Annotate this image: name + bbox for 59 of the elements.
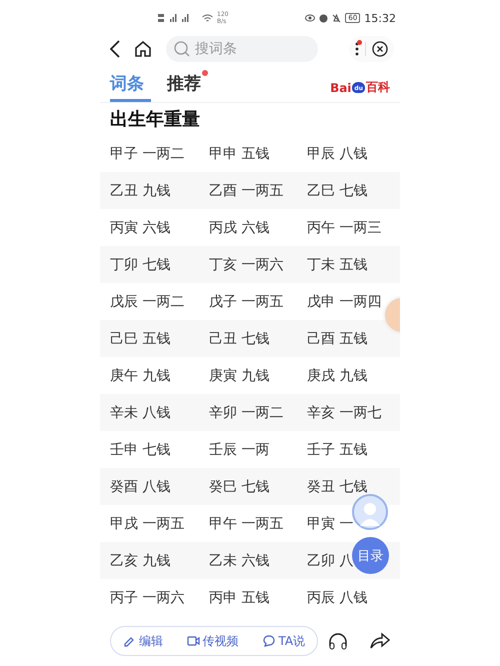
table-cell: 庚午 九钱 [110, 366, 170, 384]
table-cell: 丙寅 六钱 [110, 218, 170, 236]
table-cell: 辛亥 一两七 [307, 404, 382, 422]
table-cell: 癸丑 七钱 [307, 478, 368, 496]
table-cell: 庚戌 九钱 [307, 366, 368, 384]
tab[interactable]: 词条 [110, 69, 151, 102]
tab[interactable]: 推荐 [167, 69, 208, 102]
headphones-button[interactable] [328, 632, 348, 650]
action-button[interactable]: TA说 [262, 632, 306, 650]
table-cell: 甲寅 一 [307, 514, 354, 532]
eye-icon [305, 14, 316, 22]
table-cell: 乙未 六钱 [209, 552, 270, 570]
table-cell: 癸巳 七钱 [209, 478, 270, 496]
table-cell: 丙戌 六钱 [209, 218, 270, 236]
back-button[interactable] [110, 40, 120, 58]
table-cell: 己巳 五钱 [110, 330, 170, 348]
table-cell: 丙午 一两三 [307, 218, 382, 236]
home-button[interactable] [134, 40, 152, 58]
table-cell: 甲戌 一两五 [110, 514, 184, 532]
table-cell: 丁卯 七钱 [110, 256, 170, 274]
table-cell: 乙卯 八 [307, 552, 354, 570]
wifi-icon [202, 14, 213, 22]
table-cell: 壬子 五钱 [307, 440, 368, 458]
more-button[interactable] [355, 42, 359, 56]
action-button[interactable]: 编辑 [122, 632, 163, 650]
close-button[interactable] [372, 41, 388, 57]
table-cell: 己酉 五钱 [307, 330, 368, 348]
clock-time: 15:32 [364, 12, 396, 24]
share-button[interactable] [370, 632, 390, 650]
table-cell: 己丑 七钱 [209, 330, 270, 348]
table-cell: 丁亥 一两六 [209, 256, 284, 274]
table-cell: 癸酉 八钱 [110, 478, 170, 496]
table-cell: 庚寅 九钱 [209, 366, 270, 384]
search-icon [174, 41, 190, 57]
table-cell: 戊子 一两五 [209, 292, 284, 310]
table-cell: 乙亥 九钱 [110, 552, 170, 570]
table-cell: 戊申 一两四 [307, 292, 382, 310]
video-icon [186, 634, 200, 648]
table-cell: 乙丑 九钱 [110, 182, 170, 200]
alarm-icon [319, 14, 328, 22]
table-cell: 壬辰 一两 [209, 440, 270, 458]
section-title: 出生年重量 [109, 108, 201, 132]
mute-icon [332, 14, 342, 22]
table-cell: 丁未 五钱 [307, 256, 368, 274]
table-cell: 辛未 八钱 [110, 404, 170, 422]
table-cell: 丙申 五钱 [209, 588, 270, 606]
table-cell: 甲子 一两二 [110, 144, 184, 162]
table-cell: 壬申 七钱 [110, 440, 170, 458]
table-cell: 丙子 一两六 [110, 588, 184, 606]
table-cell: 丙辰 八钱 [307, 588, 368, 606]
table-cell: 戊辰 一两二 [110, 292, 184, 310]
table-cell: 乙酉 一两五 [209, 182, 284, 200]
action-button[interactable]: 传视频 [186, 632, 239, 650]
table-cell: 甲申 五钱 [209, 144, 270, 162]
table-cell: 甲午 一两五 [209, 514, 284, 532]
table-cell: 甲辰 八钱 [307, 144, 368, 162]
table-cell: 乙巳 七钱 [307, 182, 368, 200]
table-cell: 辛卯 一两二 [209, 404, 284, 422]
chat-bubble-icon [262, 634, 276, 648]
